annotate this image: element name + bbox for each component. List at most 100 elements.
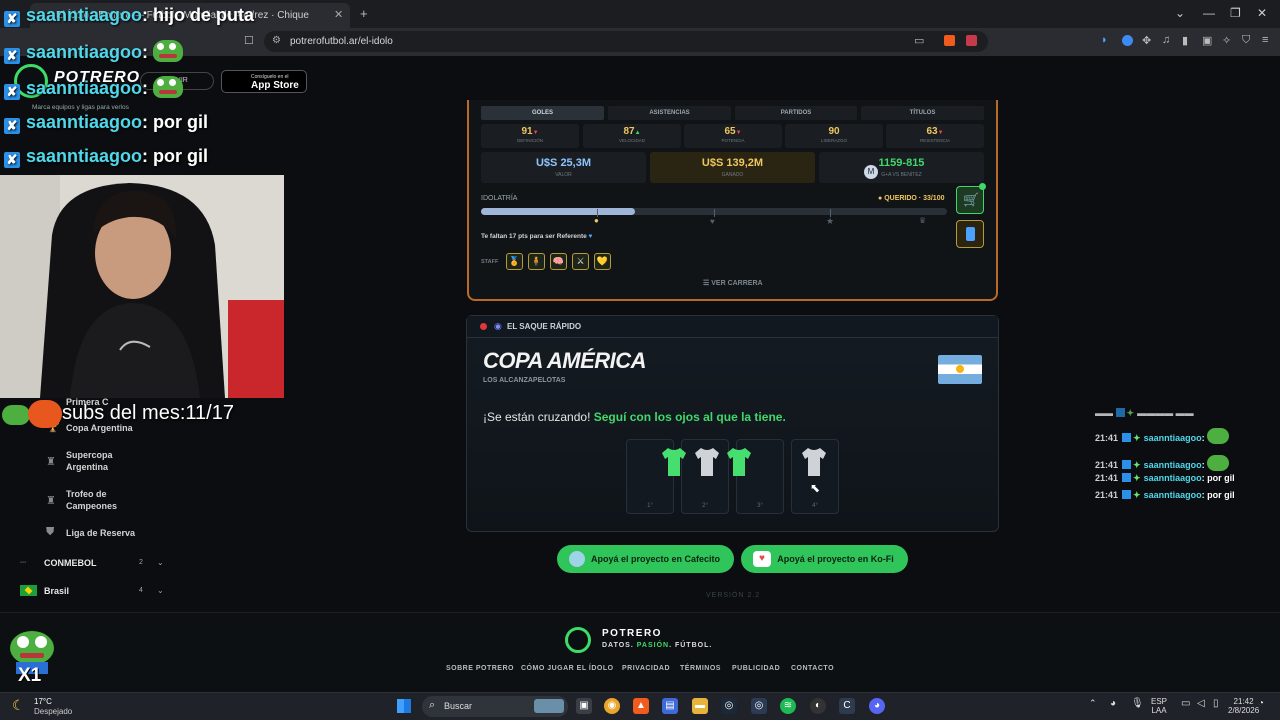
ver-carrera-button[interactable]: ☰ VER CARRERA [703,279,763,287]
fire-emote-icon [28,400,62,428]
webcam-person-image [0,175,284,398]
green-shirt-icon[interactable] [660,446,688,478]
footer-link-contacto[interactable]: CONTACTO [791,665,834,672]
kofi-button[interactable]: ♥ Apoyá el proyecto en Ko-Fi [741,545,908,573]
tab-partidos[interactable]: PARTIDOS [735,106,857,120]
sidebar-item-supercopa-argentina[interactable]: Supercopa Argentina [66,449,136,473]
menu-icon[interactable]: ≡ [1262,34,1268,46]
notification-bell-icon[interactable]: ◔ [1258,698,1264,709]
attribute-label: POTENCIA [721,138,745,143]
brave-shields-icon[interactable] [944,35,955,46]
tab-asistencias[interactable]: ASISTENCIAS [608,106,731,120]
tab-goles[interactable]: GOLES [481,106,604,120]
arrow-down-icon: ▼ [937,130,944,136]
mouse-cursor-icon: ⬉ [810,481,821,495]
store-icon[interactable]: ▤ [662,698,678,714]
bookmark-icon[interactable]: ☐ [244,34,254,47]
obs-icon[interactable]: ◐ [810,698,826,714]
vip-badge-icon [1115,408,1125,417]
extension-audio-icon[interactable]: ◗ [1101,34,1108,46]
sidebar-item-liga-de-reserva[interactable]: Liga de Reserva [66,527,135,539]
brave-icon[interactable]: ▲ [633,698,649,714]
staff-swords-icon[interactable]: ⚔ [572,253,589,270]
white-shirt-icon[interactable] [693,446,721,478]
white-shirt-icon[interactable] [800,446,828,478]
footer-link-privacidad[interactable]: PRIVACIDAD [622,665,670,672]
weather-status[interactable]: Despejado [34,707,72,716]
wallet-icon[interactable]: ▣ [1202,34,1212,47]
sidebar-toggle-icon[interactable]: ▮ [1182,34,1188,47]
staff-medal-icon[interactable]: 🏅 [506,253,523,270]
moon-weather-icon[interactable]: ☾ [12,697,25,714]
maximize-icon[interactable]: ❐ [1230,6,1241,20]
battery-icon[interactable]: ▯ [1213,698,1219,709]
brave-rewards-icon[interactable] [966,35,977,46]
language-indicator[interactable]: ESP LAA [1151,697,1167,715]
attribute-label: RESISTENCIA [919,138,950,143]
mic-tray-icon[interactable]: 🎙 [1131,698,1144,709]
sparkle-icon: ✦ [1126,408,1135,418]
tray-chevron-icon[interactable]: ⌃ [1089,698,1097,709]
cafecito-button[interactable]: Apoyá el proyecto en Cafecito [557,545,734,573]
app-c-icon[interactable]: C [839,698,855,714]
attribute-stat: 65▼ POTENCIA [684,124,782,148]
sidebar-item-trofeo-de-campeones[interactable]: Trofeo de Campeones [66,488,136,512]
volume-icon[interactable]: ◁ [1197,698,1205,709]
steam-icon[interactable]: ◎ [721,698,737,714]
footer-logo-icon[interactable] [565,627,591,653]
minimize-icon[interactable]: — [1203,6,1215,20]
inventory-button[interactable] [956,220,984,248]
site-info-icon[interactable]: ⚙ [272,35,281,46]
extensions-icon[interactable]: ✥ [1142,34,1151,47]
file-explorer-icon[interactable]: ▬ [692,698,708,714]
close-window-icon[interactable]: ✕ [1257,6,1267,20]
tab-close-icon[interactable]: ✕ [334,8,343,21]
footer-link-sobre[interactable]: SOBRE POTRERO [446,665,514,672]
new-tab-icon[interactable]: + [360,6,368,21]
windows-start-icon[interactable] [397,699,411,713]
staff-brain-icon[interactable]: 🧠 [550,253,567,270]
idolatria-bar-fill [481,208,635,215]
side-chat-message: 21:41 ✦ saanntiaagoo: por gil [1095,490,1235,500]
green-shirt-icon[interactable] [725,446,753,478]
shop-cart-button[interactable]: 🛒 [956,186,984,214]
tab-list-icon[interactable]: ⌄ [1175,6,1185,20]
vpn-icon[interactable]: ⛉ [1242,34,1250,47]
chevron-down-icon[interactable]: ⌄ [157,586,164,595]
extension-blue-icon[interactable] [1122,35,1133,46]
discord-tray-icon[interactable]: ◕ [1110,698,1116,709]
footer-link-terminos[interactable]: TÉRMINOS [680,665,721,672]
cast-icon[interactable]: ▭ [914,34,924,47]
search-icon: ⌕ [429,699,436,711]
footer-link-publicidad[interactable]: PUBLICIDAD [732,665,780,672]
music-icon[interactable]: ♫ [1162,34,1170,46]
address-bar[interactable]: potrerofutbol.ar/el-idolo [264,31,988,52]
cafecito-icon [569,551,585,567]
app-store-button[interactable]: Consíguelo en el App Store [221,70,307,93]
chrome-icon[interactable]: ◉ [604,698,620,714]
subs-counter: subs del mes:11/17 [62,402,234,424]
sidebar-conf-conmebol[interactable]: CONMEBOL [44,558,97,568]
attribute-label: LIDERAZGO [820,138,847,143]
milestone-heart-icon: ♥ [710,217,715,226]
arrow-up-icon: ▲ [634,130,641,136]
attribute-value: 63▼ [926,126,944,137]
overlay-chat-message: ✘ saanntiaagoo: [4,40,184,64]
weather-temp[interactable]: 17°C [34,697,52,706]
pepe-label: X1 [18,665,42,686]
reserve-league-icon: ⛊ [46,526,55,538]
clock[interactable]: 21:42 2/8/2026 [1228,697,1259,715]
footer-link-como-jugar[interactable]: CÓMO JUGAR EL ÍDOLO [521,665,614,672]
chevron-down-icon[interactable]: ⌄ [157,558,164,567]
spotify-icon[interactable]: ≋ [780,698,796,714]
discord-icon[interactable]: ◕ [869,698,885,714]
network-icon[interactable]: ▭ [1181,698,1190,709]
sidebar-conf-brasil[interactable]: Brasil [44,586,69,596]
leo-icon[interactable]: ✧ [1222,34,1231,47]
tab-titulos[interactable]: TÍTULOS [861,106,984,120]
vip-badge-icon [1122,490,1132,499]
staff-heart-icon[interactable]: 💛 [594,253,611,270]
staff-trainer-icon[interactable]: 🧍 [528,253,545,270]
steam-alt-icon[interactable]: ◎ [751,698,767,714]
task-view-icon[interactable]: ▣ [576,698,592,714]
